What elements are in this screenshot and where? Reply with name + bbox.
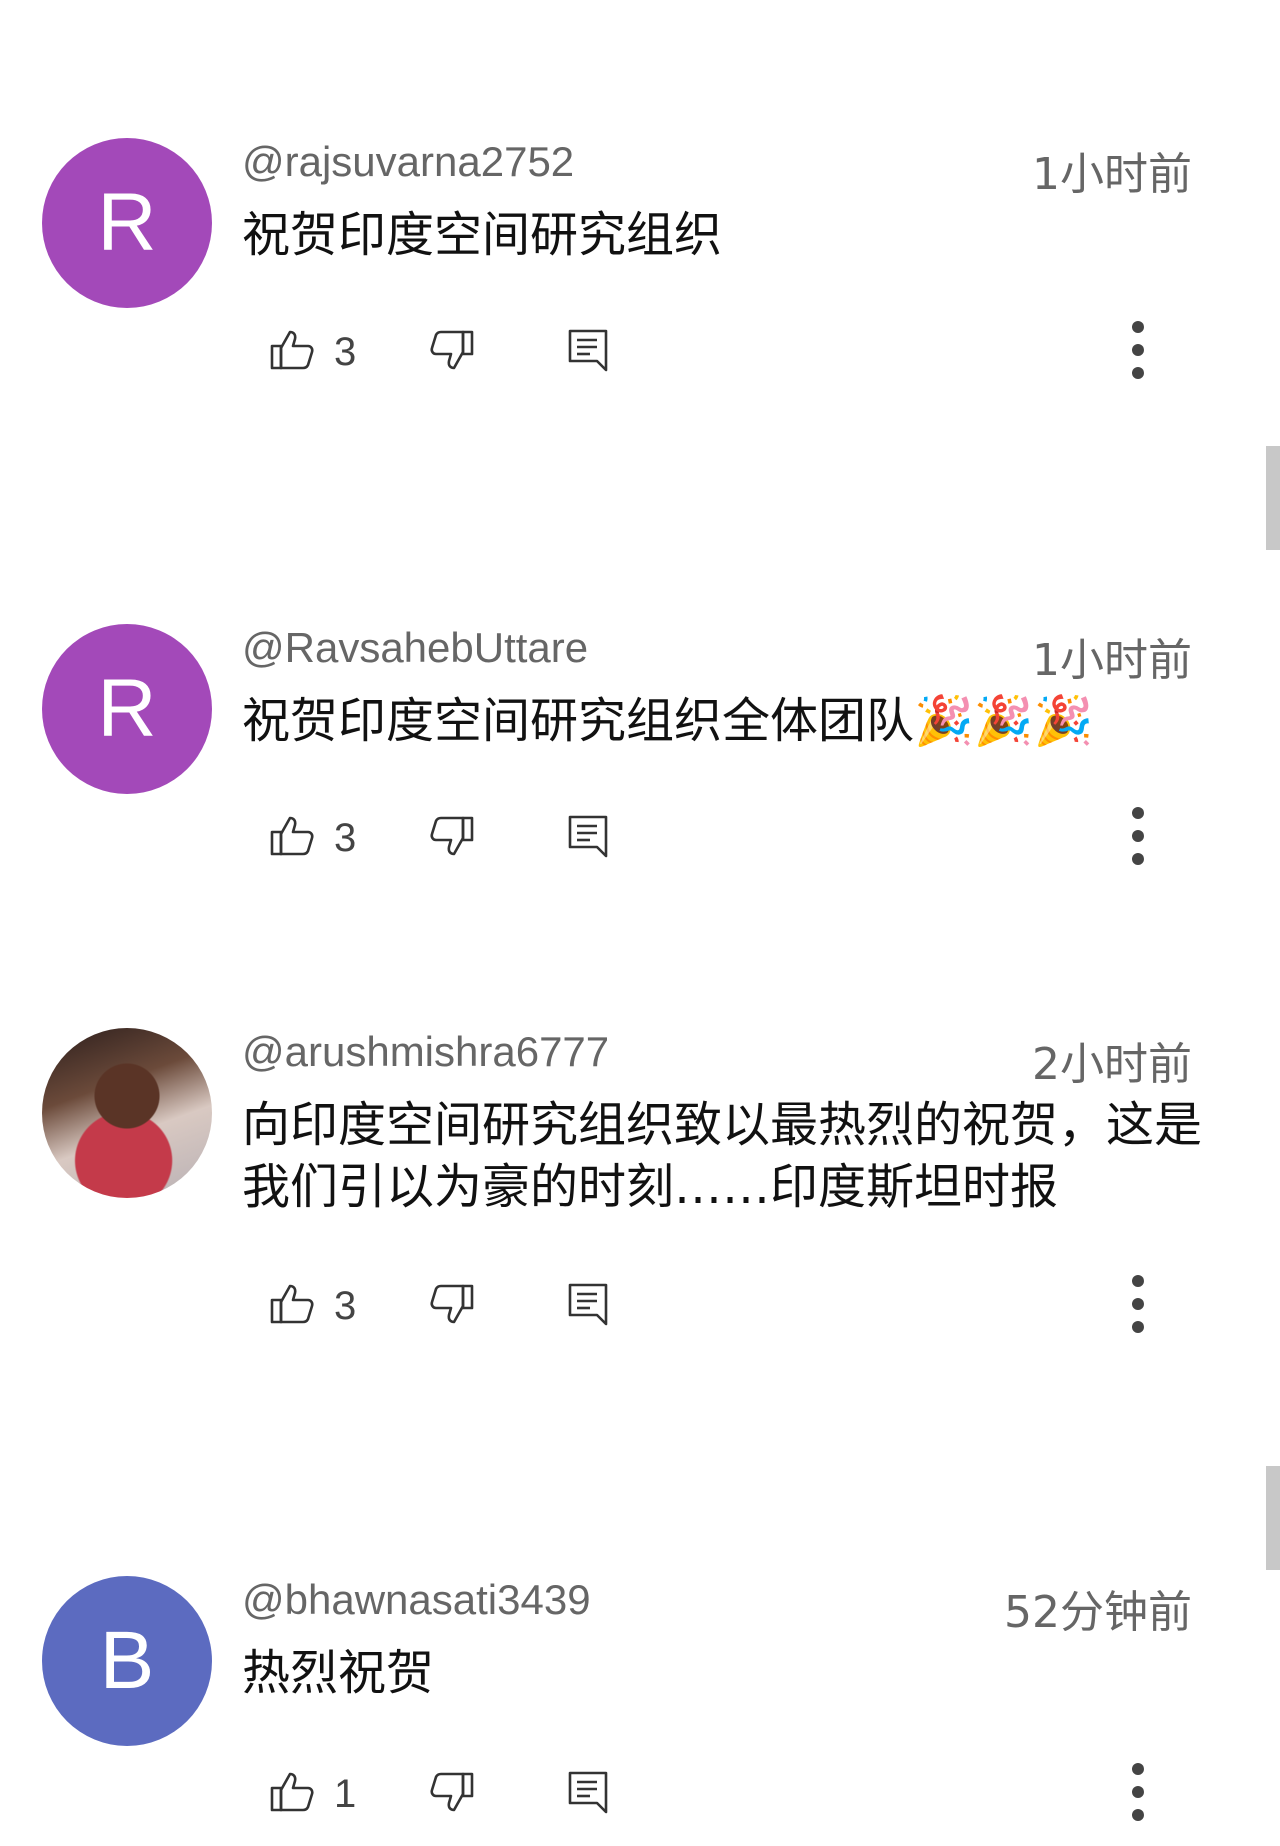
thumb-down-icon bbox=[428, 1280, 476, 1332]
like-count: 3 bbox=[334, 329, 357, 374]
comment-text: 祝贺印度空间研究组织 bbox=[242, 207, 723, 263]
avatar[interactable] bbox=[42, 1028, 212, 1198]
avatar[interactable]: B bbox=[42, 1576, 212, 1746]
comment-actions: 3 bbox=[0, 1275, 1280, 1336]
like-count: 3 bbox=[334, 815, 357, 860]
more-vertical-icon bbox=[1131, 1762, 1145, 1826]
comment-username[interactable]: @rajsuvarna2752 bbox=[242, 138, 574, 186]
dislike-button[interactable] bbox=[428, 1764, 476, 1824]
thumb-down-icon bbox=[428, 1768, 476, 1820]
thumb-up-icon bbox=[268, 1280, 316, 1332]
comment-actions: 3 bbox=[0, 807, 1280, 868]
reply-button[interactable] bbox=[566, 1276, 610, 1336]
scrollbar-thumb[interactable] bbox=[1266, 446, 1280, 550]
avatar[interactable]: R bbox=[42, 624, 212, 794]
like-button[interactable]: 3 bbox=[268, 322, 356, 382]
thumb-up-icon bbox=[268, 326, 316, 378]
dislike-button[interactable] bbox=[428, 1276, 476, 1336]
comment-text: 热烈祝贺 bbox=[242, 1645, 435, 1701]
more-vertical-icon bbox=[1131, 320, 1145, 384]
comment-text: 向印度空间研究组织致以最热烈的祝贺，这是我们引以为豪的时刻……印度斯坦时报 bbox=[242, 1097, 1203, 1215]
more-options-button[interactable] bbox=[1118, 1760, 1158, 1828]
reply-comment-icon bbox=[566, 1768, 610, 1820]
comment-timestamp: 52分钟前 bbox=[1004, 1587, 1192, 1638]
comment-timestamp: 1小时前 bbox=[1032, 149, 1192, 200]
more-options-button[interactable] bbox=[1118, 1272, 1158, 1340]
more-options-button[interactable] bbox=[1118, 804, 1158, 872]
reply-comment-icon bbox=[566, 326, 610, 378]
like-count: 3 bbox=[334, 1283, 357, 1328]
comment-actions: 3 bbox=[0, 321, 1280, 382]
avatar[interactable]: R bbox=[42, 138, 212, 308]
more-vertical-icon bbox=[1131, 1274, 1145, 1338]
like-button[interactable]: 1 bbox=[268, 1764, 356, 1824]
comment-username[interactable]: @arushmishra6777 bbox=[242, 1028, 609, 1076]
comment-timestamp: 1小时前 bbox=[1032, 635, 1192, 686]
reply-comment-icon bbox=[566, 812, 610, 864]
comment-text: 祝贺印度空间研究组织全体团队🎉🎉🎉 bbox=[242, 693, 1094, 749]
dislike-button[interactable] bbox=[428, 808, 476, 868]
thumb-down-icon bbox=[428, 326, 476, 378]
like-count: 1 bbox=[334, 1771, 357, 1816]
reply-button[interactable] bbox=[566, 1764, 610, 1824]
like-button[interactable]: 3 bbox=[268, 1276, 356, 1336]
more-vertical-icon bbox=[1131, 806, 1145, 870]
thumb-up-icon bbox=[268, 1768, 316, 1820]
like-button[interactable]: 3 bbox=[268, 808, 356, 868]
comment-actions: 1 bbox=[0, 1763, 1280, 1824]
reply-button[interactable] bbox=[566, 322, 610, 382]
comment-username[interactable]: @bhawnasati3439 bbox=[242, 1576, 591, 1624]
reply-button[interactable] bbox=[566, 808, 610, 868]
reply-comment-icon bbox=[566, 1280, 610, 1332]
thumb-down-icon bbox=[428, 812, 476, 864]
comment-username[interactable]: @RavsahebUttare bbox=[242, 624, 588, 672]
thumb-up-icon bbox=[268, 812, 316, 864]
comment-timestamp: 2小时前 bbox=[1032, 1039, 1192, 1090]
dislike-button[interactable] bbox=[428, 322, 476, 382]
more-options-button[interactable] bbox=[1118, 318, 1158, 386]
scrollbar-thumb[interactable] bbox=[1266, 1466, 1280, 1570]
